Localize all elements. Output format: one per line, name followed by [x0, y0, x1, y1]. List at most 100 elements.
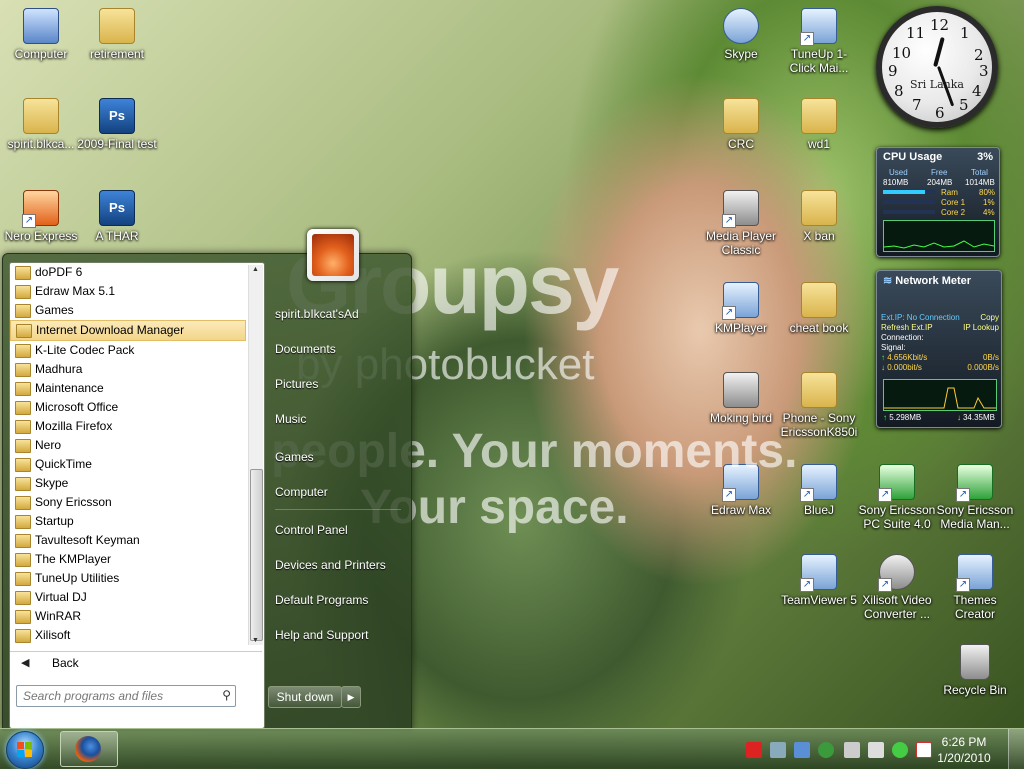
- shutdown-options-button[interactable]: ▶: [341, 686, 361, 708]
- program-item[interactable]: Microsoft Office: [10, 398, 246, 417]
- program-item[interactable]: Nero: [10, 436, 246, 455]
- taskbar-firefox-button[interactable]: [60, 731, 118, 767]
- start-search-input[interactable]: Search programs and files ⚲: [16, 685, 236, 707]
- cpu-gadget-title: CPU Usage: [883, 151, 943, 163]
- program-item[interactable]: Edraw Max 5.1: [10, 282, 246, 301]
- program-item[interactable]: TuneUp Utilities: [10, 569, 246, 588]
- search-icon[interactable]: ⚲: [222, 688, 231, 702]
- volume-icon[interactable]: [868, 742, 884, 758]
- program-item[interactable]: doPDF 6: [10, 263, 246, 282]
- desktop-icon-spirit[interactable]: spirit.blkca...: [0, 98, 82, 151]
- upload-rate-2: 0B/s: [982, 353, 999, 362]
- computer-link[interactable]: Computer: [275, 485, 328, 499]
- clock-numeral: 11: [906, 24, 926, 42]
- user-folder-link[interactable]: spirit.bIkcat'sAd: [275, 307, 359, 321]
- program-label: Skype: [35, 476, 69, 490]
- program-item[interactable]: QuickTime: [10, 455, 246, 474]
- default-programs-link[interactable]: Default Programs: [275, 593, 368, 607]
- music-link[interactable]: Music: [275, 412, 306, 426]
- signal-label: Signal:: [881, 343, 906, 352]
- desktop-icon-sony-ericsson-pc-suite[interactable]: Sony Ericsson PC Suite 4.0: [856, 464, 938, 531]
- upload-arrow-icon: ↑: [881, 353, 885, 362]
- desktop-icon-skype[interactable]: Skype: [700, 8, 782, 61]
- total-download: 34.35MB: [962, 413, 995, 422]
- documents-link[interactable]: Documents: [275, 342, 336, 356]
- scrollbar-thumb[interactable]: [250, 469, 263, 641]
- network-meter-gadget[interactable]: ≋ Network Meter Ext.IP: No Connection Co…: [876, 270, 1002, 428]
- program-item[interactable]: Internet Download Manager: [10, 320, 246, 341]
- desktop-icon-teamviewer[interactable]: TeamViewer 5: [778, 554, 860, 607]
- desktop-icon-cheat-book[interactable]: cheat book: [778, 282, 860, 335]
- folder-icon: [15, 534, 31, 548]
- program-label: WinRAR: [35, 609, 82, 623]
- desktop-icon-themes-creator[interactable]: Themes Creator: [934, 554, 1016, 621]
- copy-link[interactable]: Copy: [980, 313, 999, 323]
- program-item[interactable]: Maintenance: [10, 379, 246, 398]
- desktop-icon-kmplayer[interactable]: KMPlayer: [700, 282, 782, 335]
- desktop-icon-sony-ericsson-media-manager[interactable]: Sony Ericsson Media Man...: [934, 464, 1016, 531]
- control-panel-link[interactable]: Control Panel: [275, 523, 348, 537]
- desktop-icon-wd1[interactable]: wd1: [778, 98, 860, 151]
- program-item[interactable]: Xilisoft: [10, 626, 246, 645]
- desktop-icon-a-thar[interactable]: Ps A THAR: [76, 190, 158, 243]
- clock-gadget[interactable]: 12 1 2 3 4 5 6 7 8 9 10 11 Sri Lanka: [876, 6, 998, 128]
- desktop-icon-tuneup[interactable]: TuneUp 1-Click Mai...: [778, 8, 860, 75]
- alert-icon[interactable]: [746, 742, 762, 758]
- folder-icon: [15, 304, 31, 318]
- shutdown-button[interactable]: Shut down: [268, 686, 342, 708]
- mem-value: 204MB: [927, 178, 953, 187]
- desktop-icon-label: Media Player Classic: [705, 229, 777, 257]
- games-link[interactable]: Games: [275, 450, 314, 464]
- network-settings-icon[interactable]: [770, 742, 786, 758]
- network-icon[interactable]: [844, 742, 860, 758]
- show-desktop-button[interactable]: [1008, 729, 1024, 769]
- pictures-link[interactable]: Pictures: [275, 377, 318, 391]
- help-support-link[interactable]: Help and Support: [275, 628, 368, 642]
- desktop-icon-retirement[interactable]: retirement: [76, 8, 158, 61]
- update-icon[interactable]: [794, 742, 810, 758]
- program-item[interactable]: Games: [10, 301, 246, 320]
- desktop-icon-xilisoft[interactable]: Xilisoft Video Converter ...: [856, 554, 938, 621]
- program-item[interactable]: Startup: [10, 512, 246, 531]
- ip-lookup-link[interactable]: IP Lookup: [963, 323, 999, 333]
- user-picture[interactable]: [307, 229, 359, 281]
- program-item[interactable]: The KMPlayer: [10, 550, 246, 569]
- program-item[interactable]: Skype: [10, 474, 246, 493]
- ext-ip-line: Ext.IP: No Connection Copy: [881, 313, 999, 323]
- start-button[interactable]: [6, 731, 44, 769]
- taskbar-clock[interactable]: 6:26 PM 1/20/2010: [932, 734, 996, 766]
- program-item[interactable]: Sony Ericsson: [10, 493, 246, 512]
- folder-icon: [801, 98, 837, 134]
- desktop-icon-nero-express[interactable]: Nero Express: [0, 190, 82, 243]
- core1-value: 1%: [983, 198, 995, 207]
- scroll-up-icon[interactable]: ▲: [252, 266, 259, 273]
- folder-icon: [15, 344, 31, 358]
- desktop-icon-2009-final-test[interactable]: Ps 2009-Final test: [76, 98, 158, 151]
- cpu-usage-gadget[interactable]: CPU Usage 3% Used Free Total 810MB 204MB…: [876, 147, 1000, 257]
- action-center-icon[interactable]: [916, 742, 932, 758]
- desktop-icon-recycle-bin[interactable]: Recycle Bin: [934, 644, 1016, 697]
- clock-numeral: 7: [912, 96, 922, 114]
- back-button[interactable]: ◀ Back: [10, 651, 262, 674]
- programs-scrollbar[interactable]: ▲ ▼: [248, 265, 263, 645]
- desktop-icon-label: Skype: [724, 47, 758, 61]
- devices-printers-link[interactable]: Devices and Printers: [275, 558, 386, 572]
- program-item[interactable]: K-Lite Codec Pack: [10, 341, 246, 360]
- desktop-icon-media-player-classic[interactable]: Media Player Classic: [700, 190, 782, 257]
- sync-icon[interactable]: [818, 742, 834, 758]
- program-item[interactable]: Madhura: [10, 360, 246, 379]
- clock-time: 6:26 PM: [941, 735, 987, 749]
- skype-status-icon[interactable]: [892, 742, 908, 758]
- scroll-down-icon[interactable]: ▼: [252, 637, 259, 644]
- desktop-icon-computer[interactable]: Computer: [0, 8, 82, 61]
- program-item[interactable]: Mozilla Firefox: [10, 417, 246, 436]
- desktop-icon-x-ban[interactable]: X ban: [778, 190, 860, 243]
- program-item[interactable]: WinRAR: [10, 607, 246, 626]
- firefox-icon: [75, 736, 101, 762]
- program-item[interactable]: Tavultesoft Keyman: [10, 531, 246, 550]
- desktop-icon-crc[interactable]: CRC: [700, 98, 782, 151]
- program-item[interactable]: Virtual DJ: [10, 588, 246, 607]
- refresh-ext-ip-link[interactable]: Refresh Ext.IP: [881, 323, 933, 332]
- desktop-icon-moking-bird[interactable]: Moking bird: [700, 372, 782, 425]
- desktop-icon-label: Moking bird: [709, 411, 773, 425]
